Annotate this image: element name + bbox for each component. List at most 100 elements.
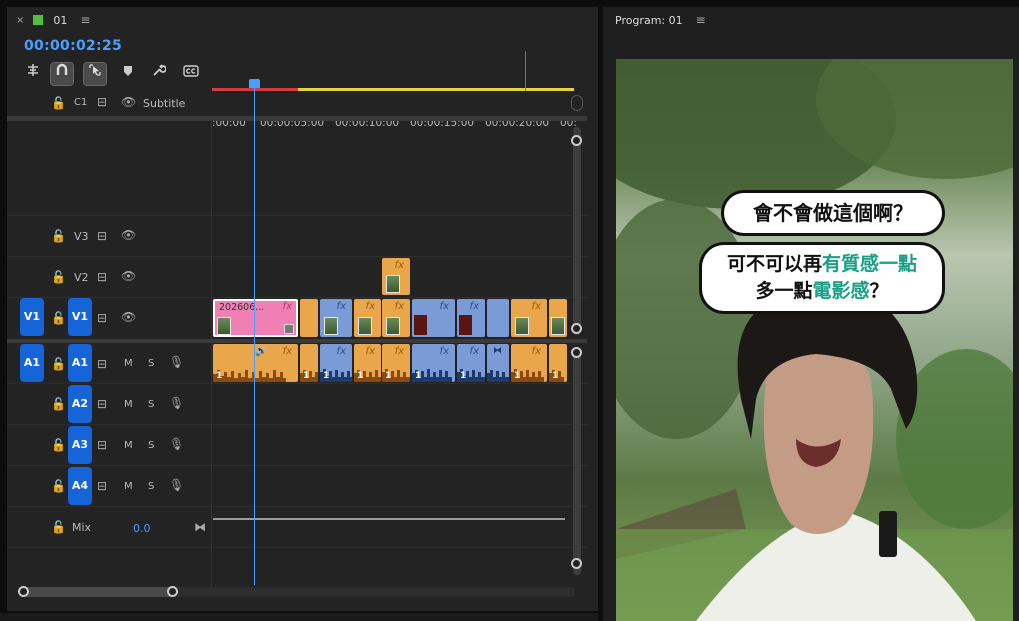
video-clip[interactable]: fx [457,299,485,337]
sync-icon[interactable]: ⊟ [97,229,107,243]
fx-badge: fx [394,260,404,271]
audio-clip[interactable]: fx 1 [354,344,381,382]
video-frame[interactable]: 會不會做這個啊？ 可不可以再有質感一點 多一點電影感？ [616,59,1013,621]
wrench-settings-icon[interactable] [148,63,170,85]
video-clip-selected[interactable]: 202606... fx [213,299,298,337]
close-icon[interactable]: × [16,15,24,26]
captions-icon[interactable] [180,63,202,85]
solo-button[interactable]: S [148,481,154,492]
track-target-a4[interactable]: A4 [68,467,92,505]
video-clip[interactable]: fx [320,299,352,337]
track-target-a3[interactable]: A3 [68,426,92,464]
sequence-title: 01 [53,13,68,27]
eye-icon[interactable]: 👁 [121,95,136,109]
playhead-line[interactable] [254,87,255,585]
panel-menu-icon[interactable]: ≡ [80,13,90,27]
video-clip[interactable]: fx [511,299,547,337]
mix-volume-line[interactable] [213,518,565,520]
video-clip[interactable] [549,299,567,337]
audio-clip[interactable]: 1 [300,344,318,382]
audio-clip[interactable]: 🔊 fx 1 [213,344,298,382]
audio-clip[interactable]: fx 1 [511,344,547,382]
video-clip[interactable]: fx [382,258,410,295]
insert-nest-icon[interactable] [22,63,44,85]
panel-menu-icon[interactable]: ≡ [696,13,706,27]
sync-icon[interactable]: ⊟ [97,479,107,493]
microphone-icon[interactable]: 🎙 [169,437,184,451]
playhead-handle[interactable] [249,79,260,88]
sync-icon[interactable]: ⊟ [97,438,107,452]
clip-thumbnail [217,317,231,335]
scrollbar-handle[interactable] [571,347,582,358]
video-clip[interactable] [300,299,318,337]
video-clip[interactable]: fx [354,299,381,337]
time-ruler[interactable]: :00:00 00:00:05:00 00:00:10:00 00:00:15:… [212,51,577,129]
mute-button[interactable]: M [124,358,133,369]
scrollbar-handle[interactable] [18,586,29,597]
source-patch-v1[interactable]: V1 [20,298,44,336]
solo-button[interactable]: S [148,358,154,369]
microphone-icon[interactable]: 🎙 [169,396,184,410]
horizontal-scrollbar-thumb[interactable] [23,587,175,597]
lock-icon[interactable]: 🔓 [51,270,66,284]
sync-icon[interactable]: ⊟ [97,95,107,109]
audio-waveform [487,370,509,382]
microphone-icon[interactable]: 🎙 [169,478,184,492]
track-id-v2[interactable]: V2 [74,271,89,284]
lock-icon[interactable]: 🔓 [51,479,66,493]
audio-clip[interactable]: fx 1 [412,344,455,382]
program-title[interactable]: Program: 01 [615,14,683,27]
sync-icon[interactable]: ⊟ [97,397,107,411]
video-clip[interactable]: fx [412,299,455,337]
mute-button[interactable]: M [124,481,133,492]
track-target-a1[interactable]: A1 [68,344,92,382]
sync-icon[interactable]: ⊟ [97,311,107,325]
microphone-icon[interactable]: 🎙 [169,355,184,369]
mute-button[interactable]: M [124,399,133,410]
snap-magnet-icon[interactable] [50,62,74,86]
sync-icon[interactable]: ⊟ [97,357,107,371]
lock-icon[interactable]: 🔓 [51,438,66,452]
track-target-a2[interactable]: A2 [68,385,92,423]
scrollbar-handle[interactable] [571,135,582,146]
video-scrollbar[interactable] [573,127,581,335]
bubble-2-line-1: 可不可以再有質感一點 [702,251,942,278]
track-id-v3[interactable]: V3 [74,230,89,243]
timeline-tab[interactable]: × 01 ≡ [7,7,598,33]
audio-clip[interactable]: fx 1 [457,344,485,382]
lock-icon[interactable]: 🔓 [51,311,66,325]
scrollbar-handle[interactable] [571,323,582,334]
subtitle-scrollbar[interactable] [571,95,583,111]
eye-icon[interactable]: 👁 [121,228,136,242]
lock-icon[interactable]: 🔓 [51,96,66,110]
track-target-v1[interactable]: V1 [68,298,92,336]
add-marker-icon[interactable] [117,63,139,85]
eye-icon[interactable]: 👁 [121,310,136,324]
scrollbar-handle[interactable] [167,586,178,597]
video-scene [616,59,1013,621]
sync-icon[interactable]: ⊟ [97,270,107,284]
audio-scrollbar[interactable] [573,347,581,575]
audio-clip[interactable]: fx 1 [382,344,410,382]
solo-button[interactable]: S [148,399,154,410]
go-to-in-out-icon[interactable]: ⧓ [194,520,206,534]
audio-clip[interactable]: ⧓ [487,344,509,382]
video-clip[interactable]: fx [382,299,410,337]
source-patch-a1[interactable]: A1 [20,344,44,382]
audio-clip[interactable]: fx 1 [320,344,352,382]
mute-button[interactable]: M [124,440,133,451]
lock-icon[interactable]: 🔓 [51,520,66,534]
lock-icon[interactable]: 🔓 [51,397,66,411]
playhead-timecode[interactable]: 00:00:02:25 [24,38,122,54]
eye-icon[interactable]: 👁 [121,269,136,283]
scrollbar-handle[interactable] [571,558,582,569]
linked-selection-icon[interactable] [83,62,107,86]
solo-button[interactable]: S [148,440,154,451]
video-clip[interactable] [487,299,509,337]
fx-badge: fx [394,346,404,357]
audio-clip[interactable]: 1 [549,344,567,382]
fx-badge: fx [282,301,292,312]
mix-volume-value[interactable]: 0.0 [133,522,151,535]
lock-icon[interactable]: 🔓 [51,357,66,371]
lock-icon[interactable]: 🔓 [51,229,66,243]
